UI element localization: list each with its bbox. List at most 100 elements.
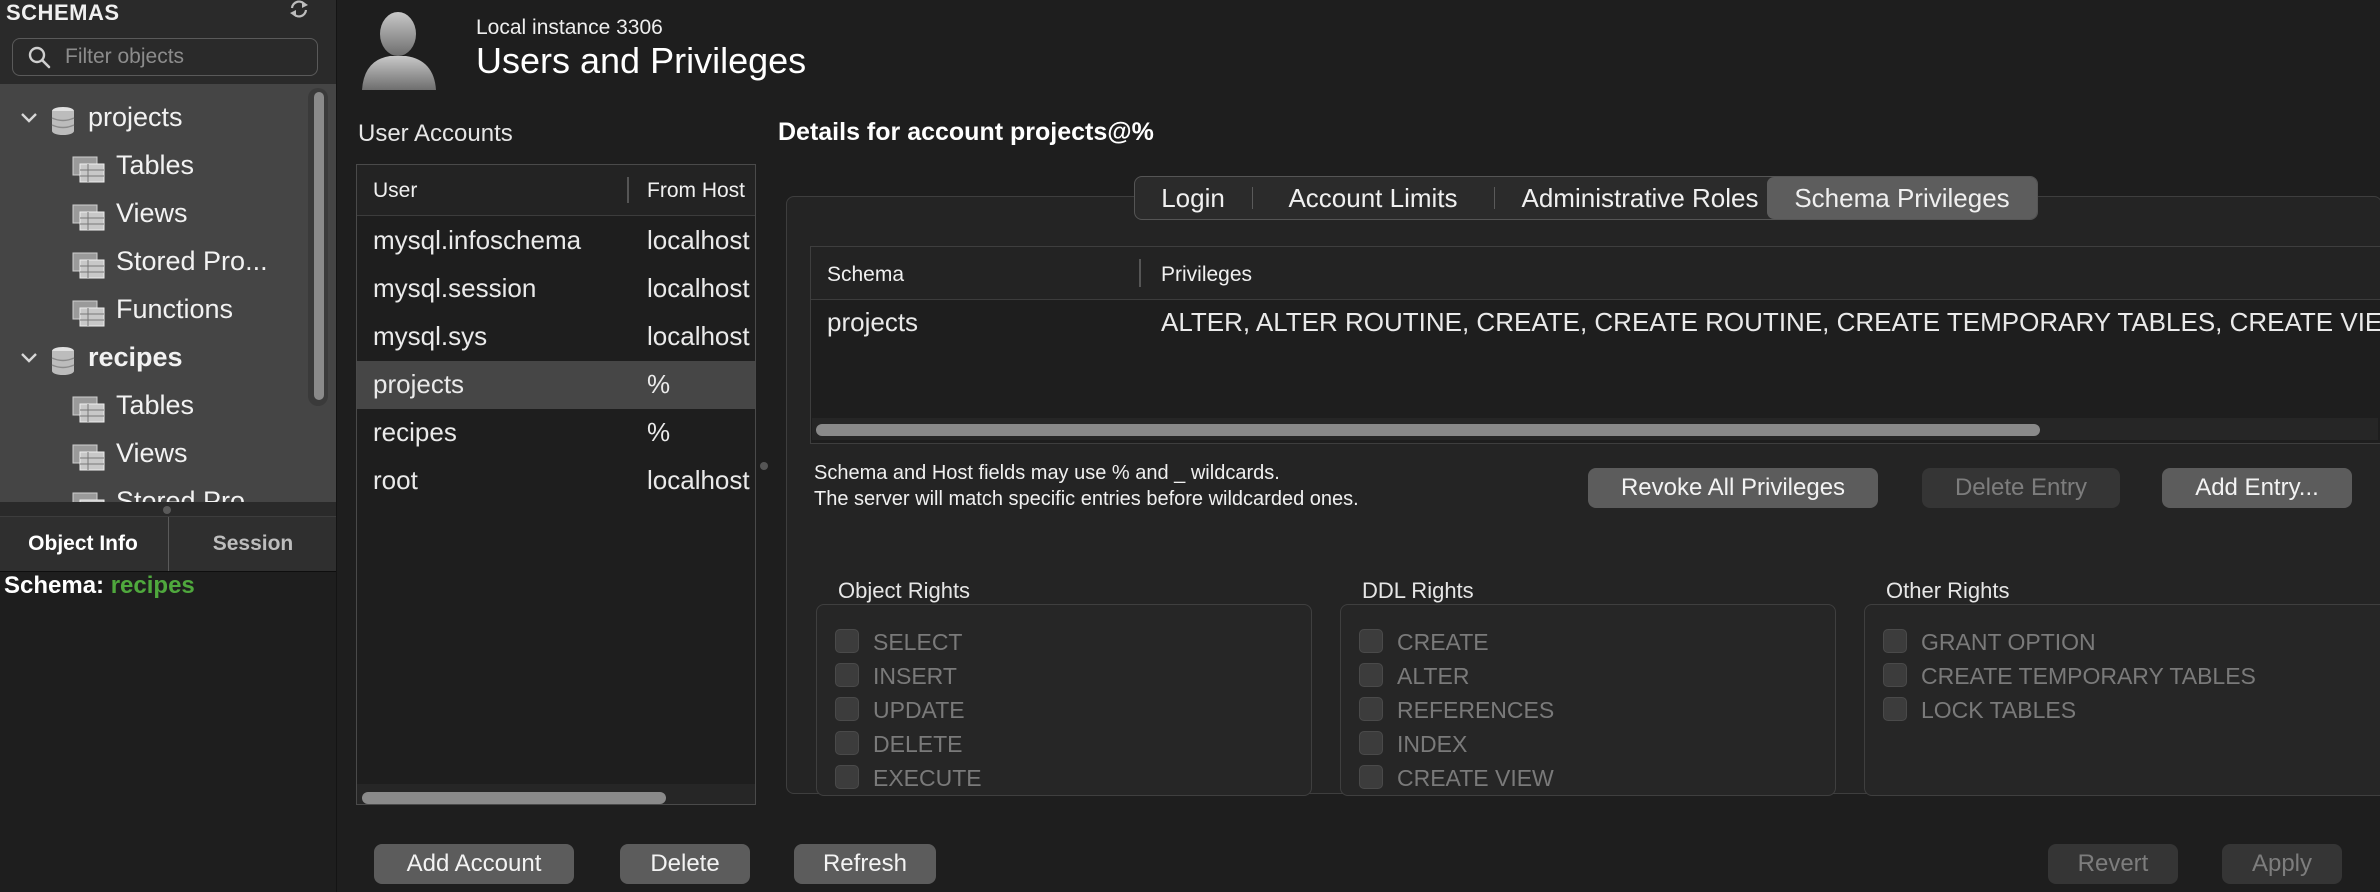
table-row[interactable]: recipes %	[357, 409, 755, 457]
tab-administrative-roles[interactable]: Administrative Roles	[1495, 177, 1785, 219]
tree-folder-tables[interactable]: Tables	[0, 144, 306, 192]
tree-folder-stored-procedures[interactable]: Stored Pro...	[0, 480, 306, 502]
tree-label: Views	[116, 438, 188, 468]
tree-folder-functions[interactable]: Functions	[0, 288, 306, 336]
checkbox[interactable]	[835, 697, 859, 721]
column-separator[interactable]	[627, 177, 629, 203]
table-row[interactable]: root localhost	[357, 457, 755, 505]
user-accounts-label: User Accounts	[358, 120, 513, 147]
table-row[interactable]: mysql.session localhost	[357, 265, 755, 313]
checkbox-label: ALTER	[1397, 663, 1470, 689]
apply-button[interactable]: Apply	[2222, 844, 2342, 884]
checkbox[interactable]	[1359, 629, 1383, 653]
column-separator[interactable]	[1139, 259, 1141, 287]
database-icon	[51, 107, 75, 135]
checkbox-label: LOCK TABLES	[1921, 697, 2077, 723]
schema-tree[interactable]: projects Tables Views Stored Pro... Func…	[0, 84, 336, 502]
checkbox[interactable]	[835, 629, 859, 653]
instance-label: Local instance 3306	[476, 16, 663, 39]
database-icon	[51, 347, 75, 375]
checkbox[interactable]	[1883, 629, 1907, 653]
schema-privileges-table: Schema Privileges projects ALTER, ALTER …	[810, 246, 2380, 444]
view-folder-icon	[72, 204, 105, 231]
add-entry-button[interactable]: Add Entry...	[2162, 468, 2352, 508]
checkbox[interactable]	[1359, 697, 1383, 721]
accounts-scrollbar-thumb[interactable]	[362, 792, 666, 804]
schema-cell: projects	[827, 307, 919, 337]
checkbox[interactable]	[1883, 663, 1907, 687]
host-cell: localhost	[647, 465, 750, 495]
filter-objects-input[interactable]	[63, 41, 307, 73]
checkbox-label: EXECUTE	[873, 765, 982, 791]
info-tabs: Object Info Session	[0, 516, 336, 573]
tree-label: Views	[116, 198, 188, 228]
tree-folder-stored-procedures[interactable]: Stored Pro...	[0, 240, 306, 288]
checkbox-label: CREATE TEMPORARY TABLES	[1921, 663, 2256, 689]
checkbox[interactable]	[835, 663, 859, 687]
object-info-panel	[0, 572, 336, 892]
checkbox[interactable]	[1359, 765, 1383, 789]
table-row-selected[interactable]: projects %	[357, 361, 755, 409]
checkbox[interactable]	[1359, 663, 1383, 687]
checkbox[interactable]	[835, 765, 859, 789]
column-header-user[interactable]: User	[373, 179, 417, 203]
object-rights-label: Object Rights	[838, 578, 971, 603]
privileges-scrollbar-thumb[interactable]	[816, 424, 2040, 436]
tab-account-limits[interactable]: Account Limits	[1253, 177, 1493, 219]
checkbox[interactable]	[1359, 731, 1383, 755]
column-header-from-host[interactable]: From Host	[647, 179, 745, 203]
delete-entry-button[interactable]: Delete Entry	[1922, 468, 2120, 508]
schema-info-line: Schema: recipes	[4, 572, 195, 600]
revert-button[interactable]: Revert	[2048, 844, 2178, 884]
refresh-button[interactable]: Refresh	[794, 844, 936, 884]
splitter-handle[interactable]	[760, 462, 768, 470]
column-header-privileges[interactable]: Privileges	[1161, 263, 1252, 287]
tab-session[interactable]: Session	[168, 517, 337, 571]
chevron-down-icon[interactable]	[20, 112, 38, 124]
tree-schema-recipes[interactable]: recipes	[0, 336, 306, 384]
delete-account-button[interactable]: Delete	[620, 844, 750, 884]
checkbox[interactable]	[1883, 697, 1907, 721]
revoke-all-privileges-button[interactable]: Revoke All Privileges	[1588, 468, 1878, 508]
function-folder-icon	[72, 300, 105, 327]
chevron-down-icon[interactable]	[20, 352, 38, 364]
splitter-handle[interactable]	[163, 506, 171, 514]
tab-login[interactable]: Login	[1135, 177, 1251, 219]
tree-folder-tables[interactable]: Tables	[0, 384, 306, 432]
view-folder-icon	[72, 444, 105, 471]
tree-schema-projects[interactable]: projects	[0, 96, 306, 144]
host-cell: localhost	[647, 321, 750, 351]
table-folder-icon	[72, 396, 105, 423]
table-row[interactable]: projects ALTER, ALTER ROUTINE, CREATE, C…	[811, 301, 2380, 345]
privileges-cell: ALTER, ALTER ROUTINE, CREATE, CREATE ROU…	[1161, 307, 2380, 337]
column-header-schema[interactable]: Schema	[827, 263, 904, 287]
tree-label: Tables	[116, 390, 195, 420]
tree-label: projects	[88, 102, 183, 132]
user-cell: mysql.session	[373, 273, 537, 303]
user-accounts-table: User From Host mysql.infoschema localhos…	[356, 164, 756, 786]
tab-object-info[interactable]: Object Info	[0, 517, 166, 571]
tree-folder-views[interactable]: Views	[0, 192, 306, 240]
tree-scrollbar-thumb[interactable]	[314, 92, 324, 400]
checkbox[interactable]	[835, 731, 859, 755]
table-header: Schema Privileges	[811, 247, 2380, 300]
table-row[interactable]: mysql.sys localhost	[357, 313, 755, 361]
wildcard-note: Schema and Host fields may use % and _ w…	[814, 462, 1280, 484]
checkbox-label: UPDATE	[873, 697, 965, 723]
tree-label: Tables	[116, 150, 195, 180]
refresh-schemas-icon[interactable]	[288, 0, 310, 18]
tree-label: Stored Pro...	[116, 486, 268, 502]
table-folder-icon	[72, 156, 105, 183]
table-row[interactable]: mysql.infoschema localhost	[357, 217, 755, 265]
user-avatar-icon	[362, 12, 436, 90]
add-account-button[interactable]: Add Account	[374, 844, 574, 884]
checkbox-label: SELECT	[873, 629, 963, 655]
user-cell: recipes	[373, 417, 457, 447]
checkbox-label: DELETE	[873, 731, 963, 757]
tree-folder-views[interactable]: Views	[0, 432, 306, 480]
other-rights-group: GRANT OPTION CREATE TEMPORARY TABLES LOC…	[1864, 604, 2380, 796]
tab-schema-privileges[interactable]: Schema Privileges	[1767, 177, 2037, 219]
wildcard-note: The server will match specific entries b…	[814, 488, 1359, 510]
host-cell: %	[647, 417, 671, 447]
checkbox-label: CREATE	[1397, 629, 1489, 655]
